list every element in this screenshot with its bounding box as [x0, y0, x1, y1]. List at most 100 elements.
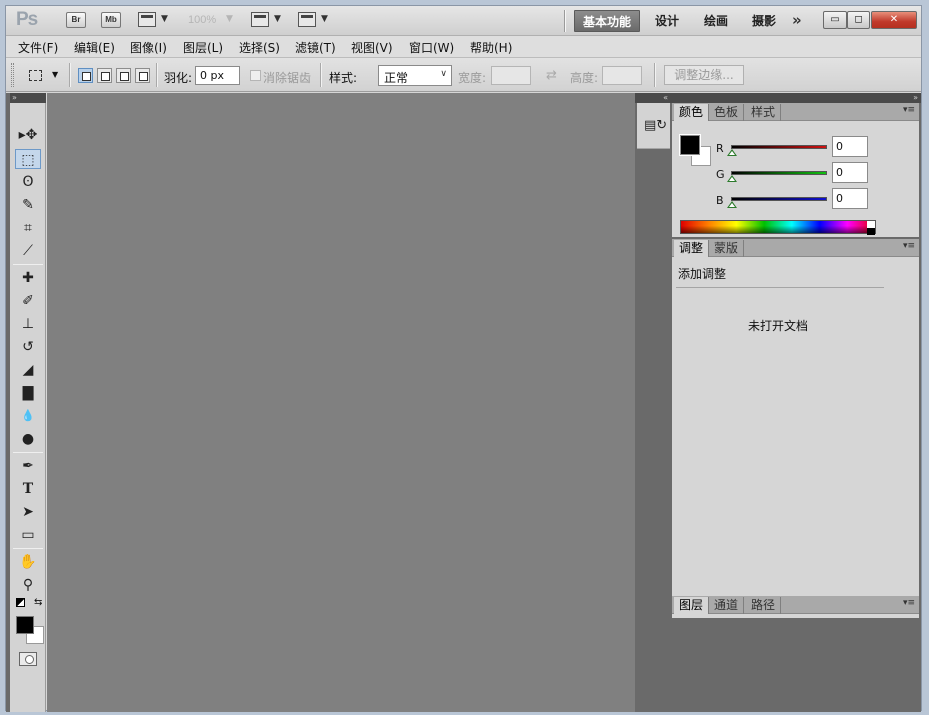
color-panel: 颜色 色板 样式 ▾≡ R 0 G 0 B 0	[672, 103, 919, 237]
channel-g-slider[interactable]	[731, 171, 827, 175]
channel-g-thumb[interactable]	[727, 175, 737, 182]
menu-view[interactable]: 视图(V)	[351, 39, 393, 56]
channel-r-slider[interactable]	[731, 145, 827, 149]
bridge-button[interactable]: Br	[66, 12, 86, 28]
antialias-checkbox[interactable]	[250, 70, 261, 81]
type-tool-icon[interactable]: T	[15, 479, 41, 499]
options-separator	[69, 63, 71, 87]
dodge-tool-icon[interactable]: ●	[15, 429, 41, 449]
tool-preset-icon[interactable]	[29, 70, 42, 81]
channel-b-slider[interactable]	[731, 197, 827, 201]
intersect-selection-icon[interactable]	[135, 68, 150, 83]
dock-expand-bar[interactable]: «	[635, 93, 671, 103]
history-brush-tool-icon[interactable]: ↺	[15, 337, 41, 357]
panel-dock-collapse-bar[interactable]: »	[671, 93, 921, 103]
workspace-painting[interactable]: 绘画	[696, 10, 736, 32]
zoom-caret-icon[interactable]: ▼	[226, 14, 233, 24]
tool-preset-caret-icon[interactable]: ▼	[52, 70, 58, 79]
tab-masks[interactable]: 蒙版	[709, 240, 745, 257]
options-bar: ▼ 羽化: 0 px 消除锯齿 样式: 正常 ∨ 宽度: ⇄ 高度: 调整边缘.…	[6, 58, 921, 92]
tab-layers[interactable]: 图层	[674, 597, 710, 614]
zoom-tool-icon[interactable]: ⚲	[15, 575, 41, 595]
maximize-button[interactable]: ◻	[847, 11, 870, 29]
color-spectrum-ramp[interactable]	[680, 220, 876, 235]
close-button[interactable]: ✕	[871, 11, 917, 29]
hand-tool-icon[interactable]: ✋	[15, 552, 41, 572]
extras-icon[interactable]	[138, 12, 156, 27]
subtract-from-selection-icon[interactable]	[116, 68, 131, 83]
menu-select[interactable]: 选择(S)	[239, 39, 280, 56]
brush-tool-icon[interactable]: ✐	[15, 291, 41, 311]
minimize-button[interactable]: ▭	[823, 11, 847, 29]
rectangle-tool-icon[interactable]: ▭	[15, 525, 41, 545]
feather-input[interactable]: 0 px	[195, 66, 240, 85]
tab-styles[interactable]: 样式	[746, 104, 782, 121]
clone-stamp-tool-icon[interactable]: ⊥	[15, 314, 41, 334]
new-selection-icon[interactable]	[78, 68, 93, 83]
width-label: 宽度:	[458, 71, 487, 85]
tab-adjustments[interactable]: 调整	[674, 240, 710, 257]
tool-separator	[13, 548, 43, 549]
height-input[interactable]	[602, 66, 642, 85]
quick-mask-icon[interactable]	[19, 652, 37, 666]
style-select[interactable]: 正常 ∨	[378, 65, 452, 86]
pen-tool-icon[interactable]: ✒	[15, 456, 41, 476]
workspace-design[interactable]: 设计	[647, 10, 687, 32]
lasso-tool-icon[interactable]: ʘ	[15, 172, 41, 192]
width-input[interactable]	[491, 66, 531, 85]
screen-mode-icon[interactable]	[298, 12, 316, 27]
refine-edge-button[interactable]: 调整边缘...	[664, 65, 744, 85]
document-area[interactable]	[47, 93, 635, 712]
menu-layer[interactable]: 图层(L)	[183, 39, 223, 56]
menu-file[interactable]: 文件(F)	[18, 39, 58, 56]
blur-tool-icon[interactable]: 💧	[15, 406, 41, 426]
workspace-photography[interactable]: 摄影	[744, 10, 784, 32]
history-panel-button[interactable]: ▤↻	[637, 103, 670, 149]
path-selection-tool-icon[interactable]: ➤	[15, 502, 41, 522]
quick-selection-tool-icon[interactable]: ✎	[15, 195, 41, 215]
screen-mode-caret-icon[interactable]: ▼	[321, 14, 328, 24]
channel-b-label: B	[716, 194, 724, 207]
add-to-selection-icon[interactable]	[97, 68, 112, 83]
panel-menu-icon[interactable]: ▾≡	[903, 105, 915, 115]
panel-menu-icon[interactable]: ▾≡	[903, 598, 915, 608]
default-colors-icon[interactable]	[16, 598, 25, 607]
tab-channels[interactable]: 通道	[709, 597, 745, 614]
arrange-documents-icon[interactable]	[251, 12, 269, 27]
menu-image[interactable]: 图像(I)	[130, 39, 167, 56]
extras-caret-icon[interactable]: ▼	[161, 14, 168, 24]
swap-colors-icon[interactable]: ⇆	[34, 597, 42, 608]
black-white-ramp[interactable]	[867, 221, 875, 235]
menu-filter[interactable]: 滤镜(T)	[295, 39, 336, 56]
menu-edit[interactable]: 编辑(E)	[74, 39, 115, 56]
healing-brush-tool-icon[interactable]: ✚	[15, 268, 41, 288]
tab-swatches[interactable]: 色板	[709, 104, 745, 121]
tools-collapse-bar[interactable]: »	[10, 93, 46, 103]
style-label: 样式:	[329, 71, 358, 85]
channel-r-input[interactable]: 0	[832, 136, 868, 157]
swap-dimensions-icon[interactable]: ⇄	[546, 68, 557, 83]
panel-menu-icon[interactable]: ▾≡	[903, 241, 915, 251]
channel-b-input[interactable]: 0	[832, 188, 868, 209]
options-grip[interactable]	[11, 63, 14, 87]
foreground-color-swatch[interactable]	[16, 616, 34, 634]
move-tool-icon[interactable]: ▸✥	[15, 125, 41, 145]
panel-foreground-swatch[interactable]	[679, 134, 701, 156]
more-workspaces-icon[interactable]: »	[792, 11, 802, 29]
menu-help[interactable]: 帮助(H)	[470, 39, 512, 56]
crop-tool-icon[interactable]: ⌗	[15, 218, 41, 238]
workspace-essentials[interactable]: 基本功能	[574, 10, 641, 32]
mini-bridge-button[interactable]: Mb	[101, 12, 121, 28]
eraser-tool-icon[interactable]: ◢	[15, 360, 41, 380]
channel-b-thumb[interactable]	[727, 201, 737, 208]
channel-g-input[interactable]: 0	[832, 162, 868, 183]
channel-r-thumb[interactable]	[727, 149, 737, 156]
zoom-level[interactable]: 100%	[188, 14, 216, 26]
gradient-tool-icon[interactable]: ▇	[15, 383, 41, 403]
arrange-caret-icon[interactable]: ▼	[274, 14, 281, 24]
marquee-tool-icon[interactable]: ⬚	[15, 149, 41, 169]
eyedropper-tool-icon[interactable]: ⟋	[15, 241, 41, 261]
menu-window[interactable]: 窗口(W)	[409, 39, 454, 56]
tab-color[interactable]: 颜色	[674, 104, 710, 121]
tab-paths[interactable]: 路径	[746, 597, 782, 614]
